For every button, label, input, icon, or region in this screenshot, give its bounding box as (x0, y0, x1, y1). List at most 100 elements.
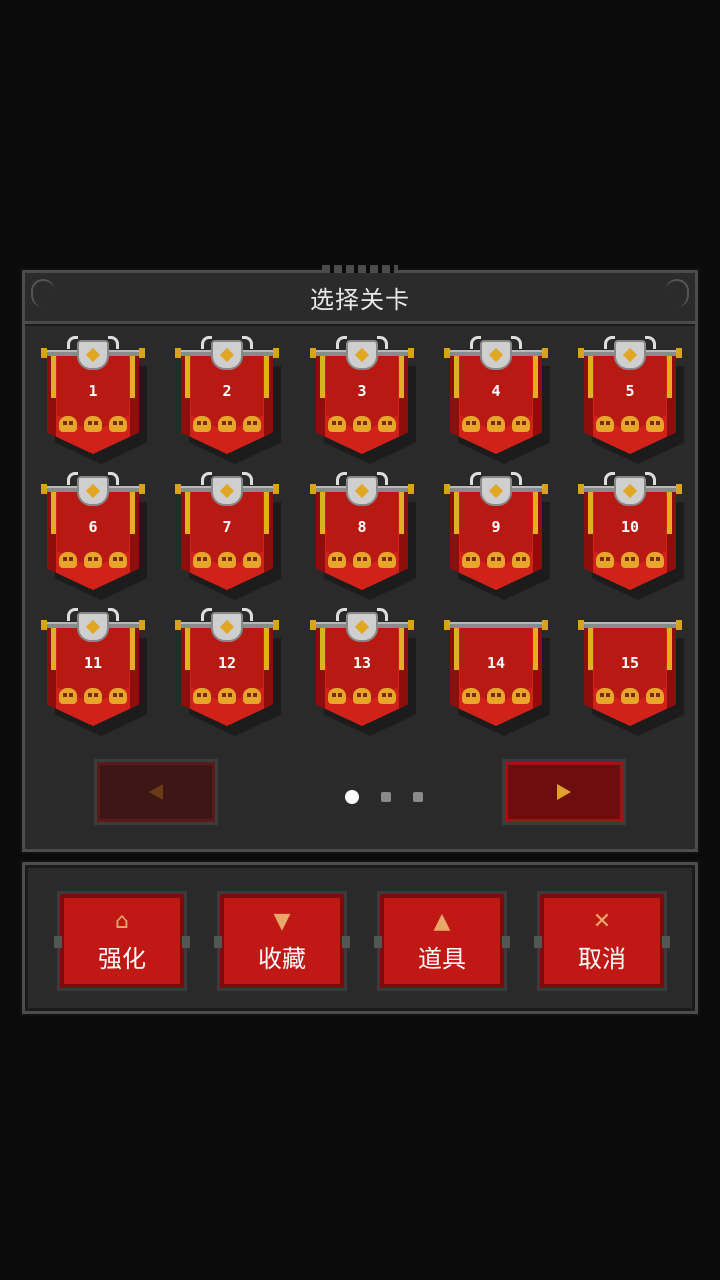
prev-page-button[interactable] (94, 759, 218, 825)
gem-icon (354, 347, 370, 363)
next-page-button[interactable] (502, 759, 626, 825)
page-dot-3[interactable] (413, 792, 423, 802)
skull-icon (353, 552, 371, 568)
level-number: 9 (491, 518, 501, 536)
skull-icon (109, 688, 127, 704)
level-number: 7 (222, 518, 232, 536)
level-13-banner[interactable]: 13 (310, 608, 416, 736)
skull-icon (596, 552, 614, 568)
shield-icon (470, 472, 522, 506)
skull-icon (218, 688, 236, 704)
level-6-banner[interactable]: 6 (41, 472, 147, 600)
gem-icon (488, 483, 504, 499)
cancel-button[interactable]: ✕ 取消 (534, 891, 670, 991)
skull-icon (646, 688, 664, 704)
skull-icon (621, 688, 639, 704)
items-button[interactable]: ▲ 道具 (374, 891, 510, 991)
gem-icon (488, 347, 504, 363)
level-number: 6 (88, 518, 98, 536)
level-select-panel: 选择关卡 1 2 3 4 5 6 7 8 9 10 11 12 13 14 15 (22, 265, 698, 852)
collection-label: 收藏 (258, 944, 306, 973)
skull-rating (596, 688, 664, 704)
skull-icon (487, 416, 505, 432)
upgrade-button[interactable]: ⌂ 强化 (54, 891, 190, 991)
gem-icon (354, 483, 370, 499)
skull-rating (328, 688, 396, 704)
level-7-banner[interactable]: 7 (175, 472, 281, 600)
level-11-banner[interactable]: 11 (41, 608, 147, 736)
skull-icon (243, 552, 261, 568)
level-number: 8 (357, 518, 367, 536)
shield-icon (67, 472, 119, 506)
level-9-banner[interactable]: 9 (444, 472, 550, 600)
level-2-banner[interactable]: 2 (175, 336, 281, 464)
skull-icon (243, 688, 261, 704)
level-number: 14 (486, 654, 506, 672)
skull-rating (596, 416, 664, 432)
skull-icon (84, 552, 102, 568)
level-10-banner[interactable]: 10 (578, 472, 684, 600)
skull-icon (59, 688, 77, 704)
skull-icon (462, 688, 480, 704)
skull-rating (462, 552, 530, 568)
shield-icon (604, 336, 656, 370)
skull-icon (487, 688, 505, 704)
shield-icon (604, 472, 656, 506)
upgrade-icon: ⌂ (115, 908, 129, 934)
collection-button[interactable]: ▼ 收藏 (214, 891, 350, 991)
items-label: 道具 (418, 944, 466, 973)
skull-icon (243, 416, 261, 432)
skull-icon (328, 688, 346, 704)
level-4-banner[interactable]: 4 (444, 336, 550, 464)
level-15-banner[interactable]: 15 (578, 610, 684, 736)
level-number: 1 (88, 382, 98, 400)
skull-icon (462, 552, 480, 568)
skull-icon (218, 552, 236, 568)
arrow-right-icon (557, 784, 571, 800)
level-14-banner[interactable]: 14 (444, 610, 550, 736)
shield-icon (201, 336, 253, 370)
gem-icon (622, 483, 638, 499)
shield-icon (67, 336, 119, 370)
gem-icon (219, 483, 235, 499)
level-5-banner[interactable]: 5 (578, 336, 684, 464)
gem-icon (354, 619, 370, 635)
skull-icon (193, 688, 211, 704)
skull-icon (353, 416, 371, 432)
gem-icon (219, 347, 235, 363)
page-indicator (345, 790, 423, 804)
shield-icon (67, 608, 119, 642)
page-dot-1[interactable] (345, 790, 359, 804)
skull-icon (109, 552, 127, 568)
level-3-banner[interactable]: 3 (310, 336, 416, 464)
level-number: 10 (620, 518, 640, 536)
skull-rating (193, 688, 261, 704)
level-12-banner[interactable]: 12 (175, 608, 281, 736)
skull-rating (59, 416, 127, 432)
action-bar: ⌂ 强化 ▼ 收藏 ▲ 道具 ✕ 取消 (22, 862, 698, 1014)
gem-icon (85, 619, 101, 635)
skull-rating (193, 416, 261, 432)
shield-icon (201, 608, 253, 642)
level-number: 4 (491, 382, 501, 400)
potion-icon: ▲ (433, 908, 451, 934)
shield-icon (336, 336, 388, 370)
page-dot-2[interactable] (381, 792, 391, 802)
skull-icon (378, 688, 396, 704)
skull-icon (109, 416, 127, 432)
level-8-banner[interactable]: 8 (310, 472, 416, 600)
skull-icon (353, 688, 371, 704)
trophy-icon: ▼ (273, 908, 291, 934)
skull-icon (621, 552, 639, 568)
skull-icon (328, 552, 346, 568)
gem-icon (219, 619, 235, 635)
skull-rating (59, 688, 127, 704)
skull-icon (596, 688, 614, 704)
level-1-banner[interactable]: 1 (41, 336, 147, 464)
panel-header: 选择关卡 (25, 273, 695, 324)
shield-icon (336, 608, 388, 642)
skull-rating (328, 416, 396, 432)
level-number: 15 (620, 654, 640, 672)
shield-icon (470, 336, 522, 370)
skull-icon (193, 416, 211, 432)
